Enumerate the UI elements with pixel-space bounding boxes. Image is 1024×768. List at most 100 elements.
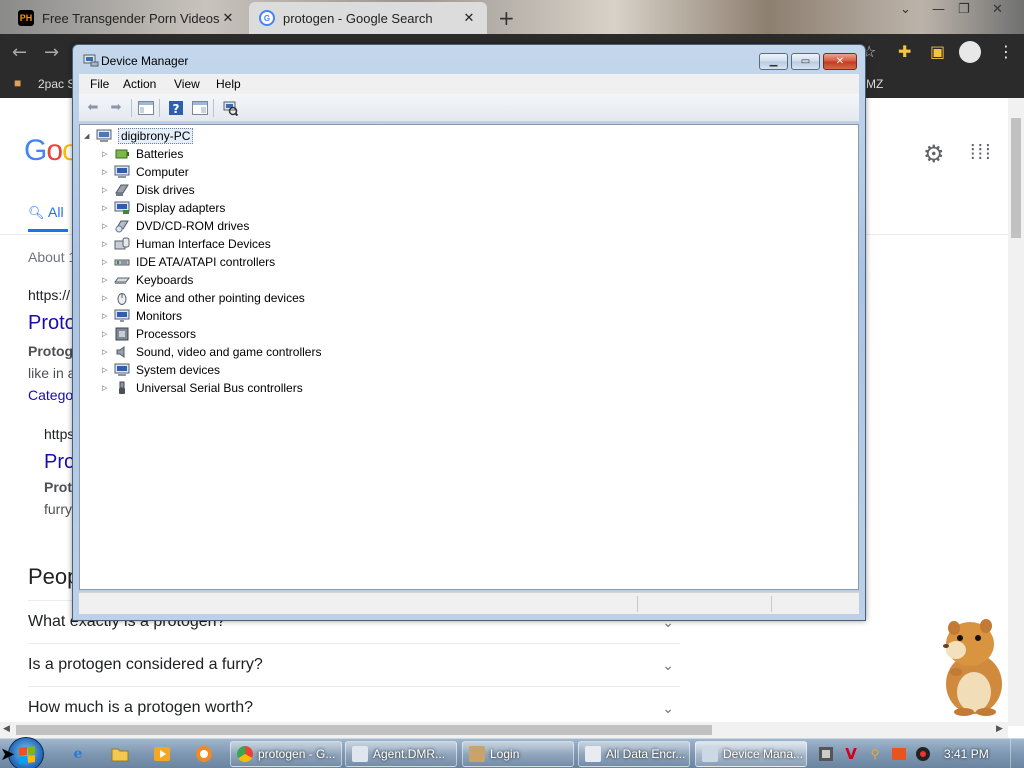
- new-tab-icon[interactable]: +: [498, 6, 515, 30]
- settings-gear-icon[interactable]: ⚙: [923, 140, 945, 169]
- expand-triangle-icon[interactable]: ▷: [102, 240, 112, 248]
- internet-explorer-icon[interactable]: e: [68, 744, 88, 764]
- minimize-button[interactable]: ▁: [759, 53, 788, 70]
- tray-app-icon[interactable]: [891, 746, 907, 762]
- tray-app-icon[interactable]: [915, 746, 931, 762]
- taskbar-window-button[interactable]: Device Mana...: [695, 741, 807, 767]
- browser-close-icon[interactable]: ✕: [992, 2, 1003, 17]
- taskbar-window-button[interactable]: Agent.DMR...: [345, 741, 457, 767]
- expand-triangle-icon[interactable]: ▷: [102, 276, 112, 284]
- properties-pane-icon[interactable]: [191, 99, 209, 116]
- media-player-icon[interactable]: [152, 744, 172, 764]
- show-hide-console-tree-icon[interactable]: [137, 99, 155, 116]
- taskbar-window-button[interactable]: All Data Encr...: [578, 741, 690, 767]
- taskbar-window-button[interactable]: protogen - G...: [230, 741, 342, 767]
- taskbar-window-button[interactable]: Login: [462, 741, 574, 767]
- expand-triangle-icon[interactable]: ▷: [102, 168, 112, 176]
- google-logo[interactable]: Goo: [24, 134, 79, 168]
- back-arrow-icon[interactable]: ⬅: [84, 99, 102, 116]
- browser-restore-icon[interactable]: ❐: [958, 2, 970, 17]
- expand-triangle-icon[interactable]: ▷: [102, 366, 112, 374]
- device-category-node[interactable]: ▷ Display adapters: [102, 199, 225, 217]
- browser-tab-1[interactable]: PH Free Transgender Porn Videos a ✕: [8, 2, 246, 34]
- tab-search-chevron-icon[interactable]: ⌄: [900, 2, 911, 17]
- scrollbar-thumb[interactable]: [16, 725, 712, 735]
- expand-triangle-icon[interactable]: ▷: [102, 222, 112, 230]
- browser-minimize-icon[interactable]: —: [932, 2, 945, 17]
- forward-arrow-icon[interactable]: →: [44, 42, 59, 63]
- sidebar-panel-icon[interactable]: ▣: [930, 42, 945, 61]
- expand-triangle-icon[interactable]: ▷: [102, 294, 112, 302]
- pinned-app-icon[interactable]: [194, 744, 214, 764]
- device-category-node[interactable]: ▷ Mice and other pointing devices: [102, 289, 305, 307]
- menu-action[interactable]: Action: [123, 77, 156, 91]
- expand-triangle-icon[interactable]: ▷: [102, 150, 112, 158]
- menu-file[interactable]: File: [90, 77, 109, 91]
- device-category-node[interactable]: ▷ Disk drives: [102, 181, 195, 199]
- collapse-triangle-icon[interactable]: ◢: [84, 132, 94, 140]
- device-category-node[interactable]: ▷ Human Interface Devices: [102, 235, 271, 253]
- forward-arrow-icon[interactable]: ➡: [107, 99, 125, 116]
- tab-close-icon[interactable]: ✕: [220, 10, 236, 26]
- result-stats: About 1: [28, 249, 77, 265]
- tray-app-icon[interactable]: [818, 746, 834, 762]
- device-category-node[interactable]: ▷ Monitors: [102, 307, 182, 325]
- expand-triangle-icon[interactable]: ▷: [102, 204, 112, 212]
- scrollbar-thumb[interactable]: [1011, 118, 1021, 238]
- menu-help[interactable]: Help: [216, 77, 241, 91]
- show-desktop-button[interactable]: [1010, 739, 1024, 768]
- google-apps-grid-icon[interactable]: ⁞⁞⁞: [970, 142, 993, 165]
- scan-hardware-changes-icon[interactable]: [221, 99, 239, 116]
- hamster-desktop-pet[interactable]: [934, 614, 1010, 718]
- result-url[interactable]: https: [44, 426, 74, 442]
- scroll-left-arrow-icon[interactable]: ◀: [3, 724, 10, 734]
- page-vertical-scrollbar[interactable]: [1008, 98, 1024, 726]
- close-button[interactable]: ✕: [823, 53, 857, 70]
- device-category-node[interactable]: ▷ Processors: [102, 325, 196, 343]
- bookmark-item[interactable]: 2pac S: [38, 77, 75, 91]
- result-category-link[interactable]: Catego: [28, 387, 73, 403]
- browser-menu-icon[interactable]: ⋮: [998, 42, 1014, 61]
- device-category-node[interactable]: ▷ Computer: [102, 163, 189, 181]
- expand-triangle-icon[interactable]: ▷: [102, 348, 112, 356]
- device-category-node[interactable]: ▷ Batteries: [102, 145, 183, 163]
- result-title-link[interactable]: Pro: [44, 451, 75, 474]
- extension-puzzle-icon[interactable]: ✚: [898, 42, 911, 61]
- paa-question[interactable]: Is a protogen considered a furry? ⌄: [28, 643, 680, 686]
- page-horizontal-scrollbar[interactable]: ◀ ▶: [0, 722, 1008, 738]
- expand-triangle-icon[interactable]: ▷: [102, 186, 112, 194]
- device-category-node[interactable]: ▷ System devices: [102, 361, 220, 379]
- file-explorer-icon[interactable]: [110, 744, 130, 764]
- back-arrow-icon[interactable]: ←: [12, 42, 27, 63]
- profile-avatar-icon[interactable]: [959, 41, 981, 63]
- maximize-icon: ▭: [800, 56, 811, 67]
- device-category-label: Disk drives: [136, 183, 195, 197]
- battery-icon: [114, 147, 130, 161]
- search-tray-icon[interactable]: ⚲: [867, 746, 883, 762]
- menu-view[interactable]: View: [174, 77, 200, 91]
- bookmark-item[interactable]: MZ: [866, 77, 883, 91]
- maximize-button[interactable]: ▭: [791, 53, 820, 70]
- expand-triangle-icon[interactable]: ▷: [102, 384, 112, 392]
- device-tree[interactable]: ◢ digibrony-PC ▷ Batteries ▷ Computer ▷ Disk …: [79, 124, 859, 590]
- antivirus-tray-icon[interactable]: V: [843, 745, 859, 763]
- device-category-node[interactable]: ▷ Sound, video and game controllers: [102, 343, 321, 361]
- expand-triangle-icon[interactable]: ▷: [102, 330, 112, 338]
- result-title-link[interactable]: Proto: [28, 312, 76, 335]
- tab-all[interactable]: All: [48, 204, 64, 220]
- scroll-right-arrow-icon[interactable]: ▶: [996, 724, 1003, 734]
- device-category-node[interactable]: ▷ DVD/CD-ROM drives: [102, 217, 249, 235]
- expand-triangle-icon[interactable]: ▷: [102, 312, 112, 320]
- help-icon[interactable]: ?: [167, 99, 185, 116]
- window-titlebar[interactable]: Device Manager ▁ ▭ ✕: [73, 45, 865, 75]
- device-category-node[interactable]: ▷ Keyboards: [102, 271, 193, 289]
- device-category-node[interactable]: ▷ IDE ATA/ATAPI controllers: [102, 253, 275, 271]
- device-category-node[interactable]: ▷ Universal Serial Bus controllers: [102, 379, 303, 397]
- browser-tab-2[interactable]: G protogen - Google Search ✕: [249, 2, 487, 34]
- result-url[interactable]: https://: [28, 287, 70, 303]
- tree-root-node[interactable]: ◢ digibrony-PC: [84, 127, 194, 145]
- tab-close-icon[interactable]: ✕: [461, 10, 477, 26]
- system-clock[interactable]: 3:41 PM: [944, 747, 989, 761]
- tray-app-glyph: [819, 747, 833, 761]
- expand-triangle-icon[interactable]: ▷: [102, 258, 112, 266]
